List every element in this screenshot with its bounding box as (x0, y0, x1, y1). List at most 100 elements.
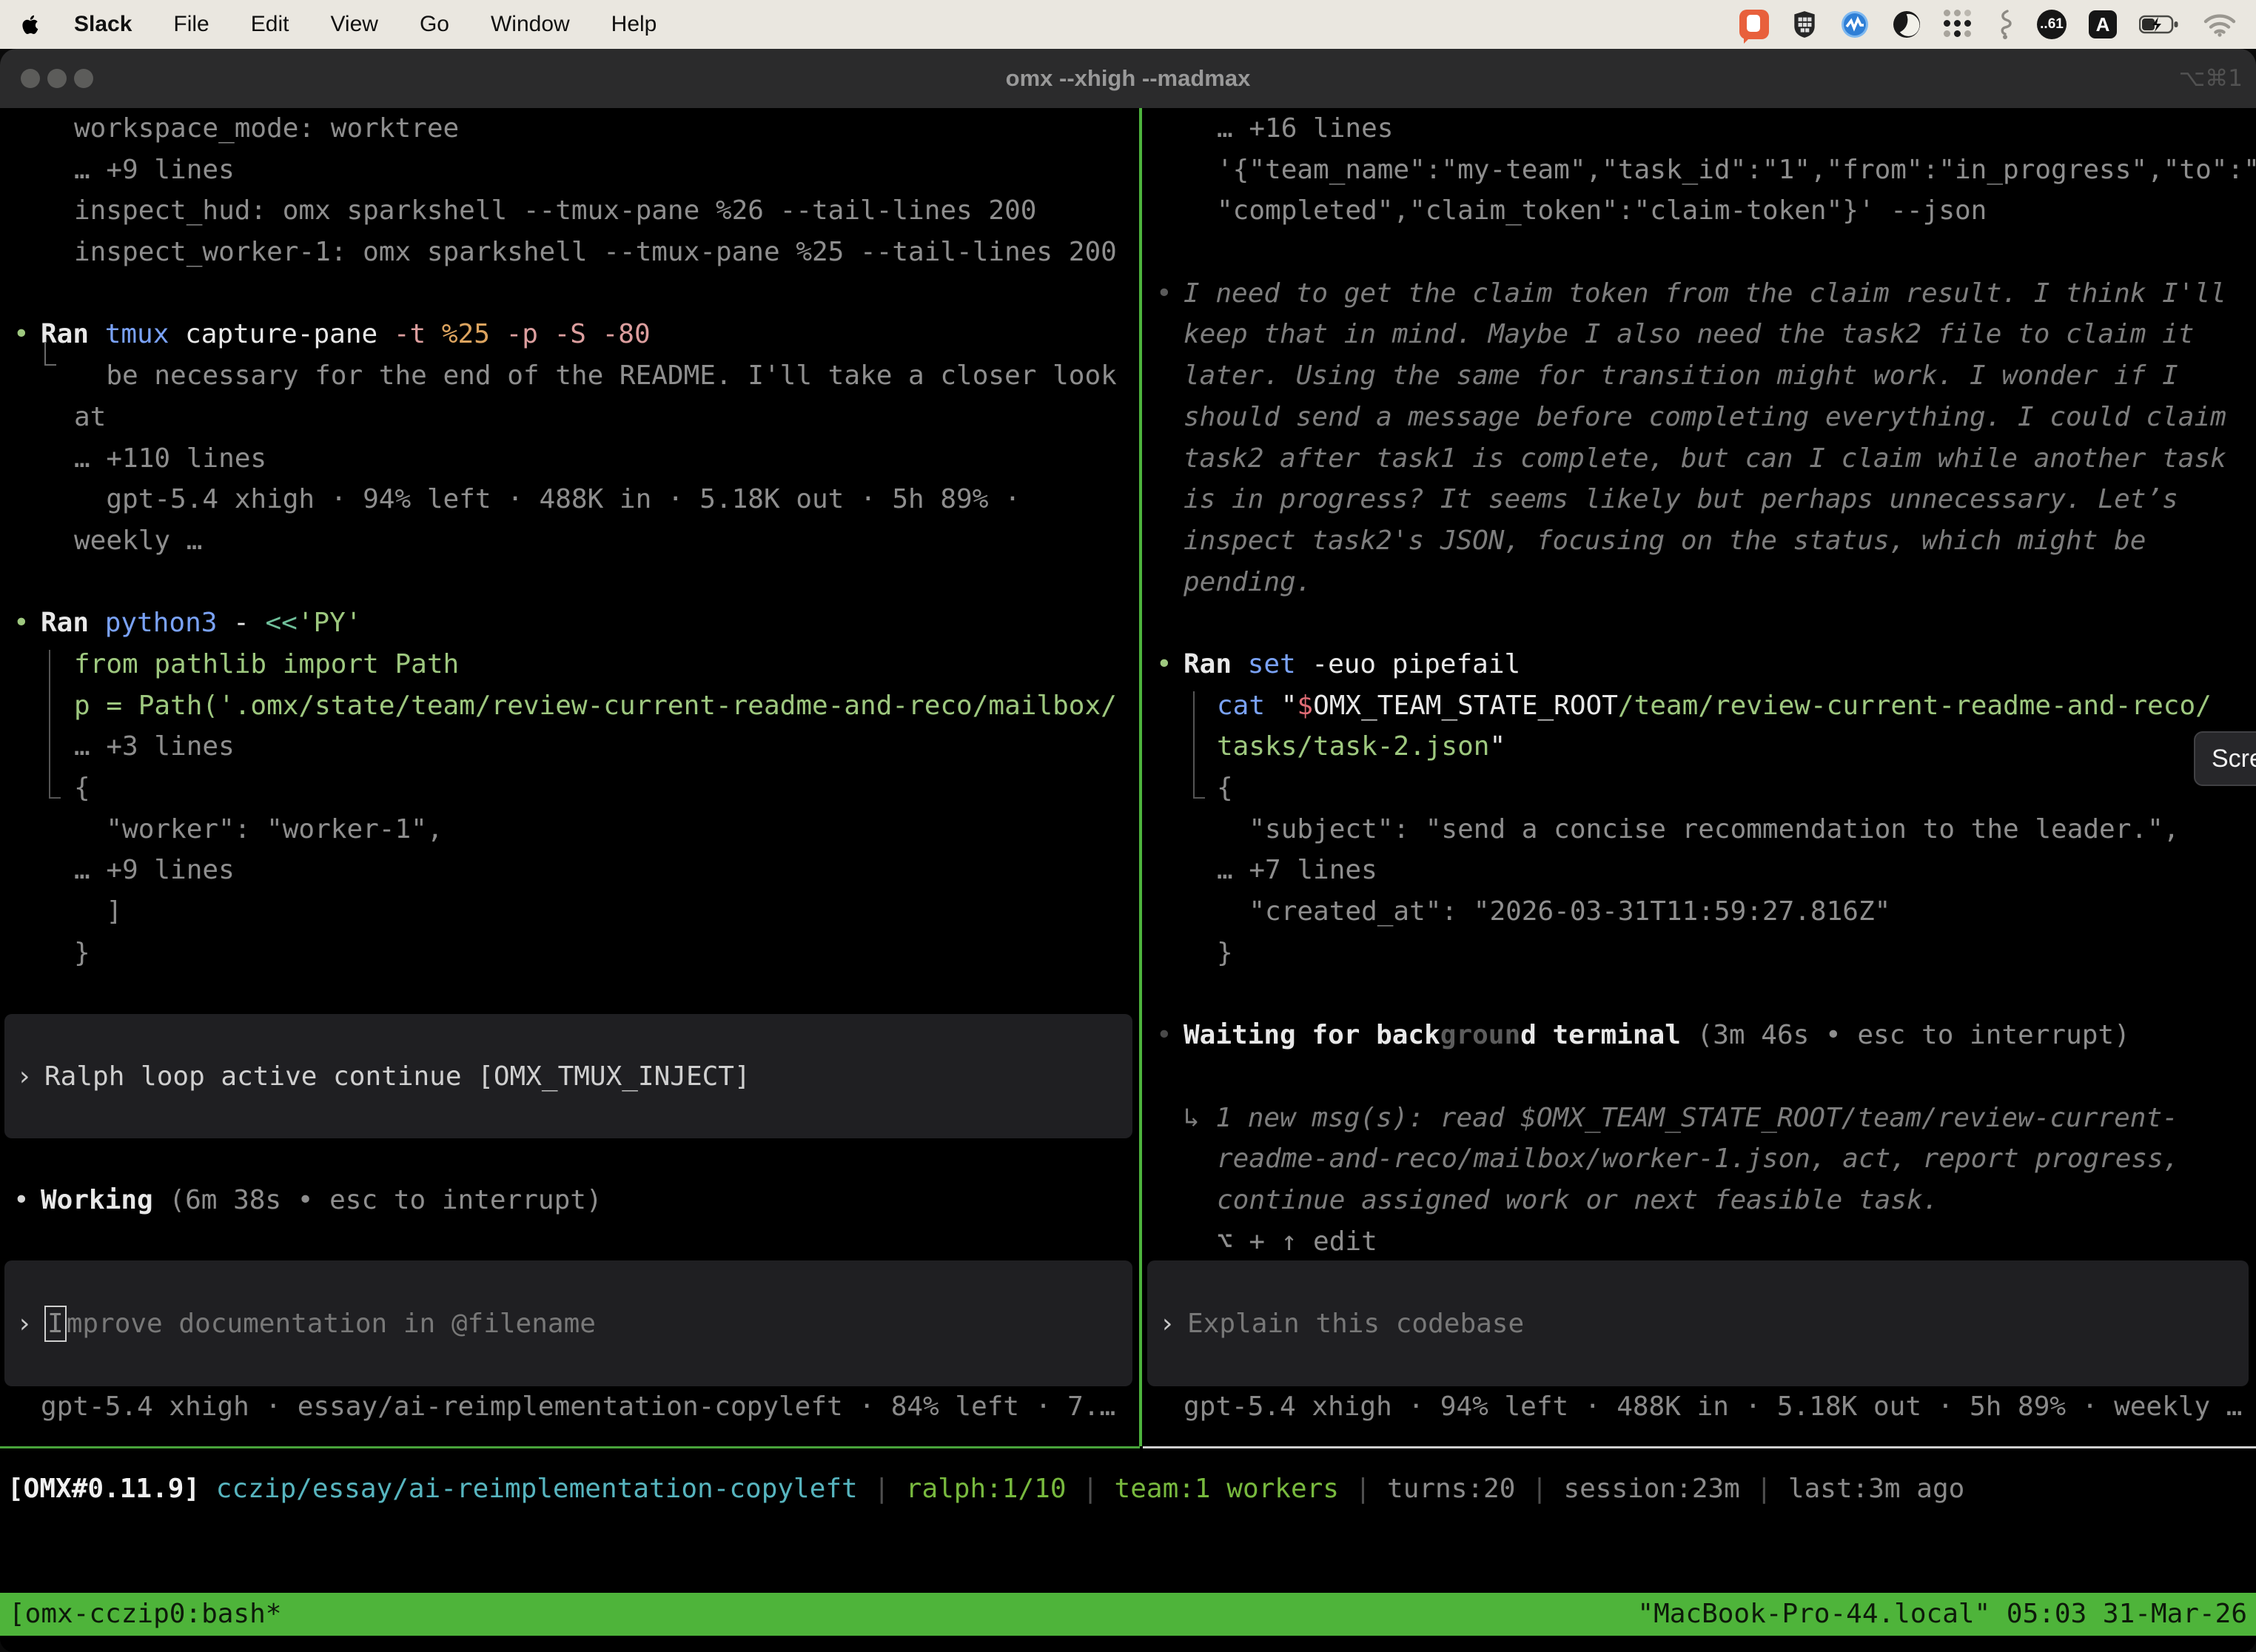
ran-label: Ran (1184, 649, 1248, 679)
dots-grid-icon[interactable] (1944, 8, 1973, 41)
team-workers: team:1 workers (1115, 1474, 1339, 1504)
count-badge-label: ..61 (2040, 16, 2064, 33)
terminal-line: … +110 lines (0, 438, 1140, 480)
menu-bar-status-icons: ..61 A (1739, 8, 2237, 41)
command-args: capture-pane (169, 319, 393, 349)
terminal-line: gpt-5.4 xhigh · 94% left · 488K in · 5.1… (0, 479, 1140, 520)
terminal-line: … +7 lines (1143, 850, 2256, 891)
thinking-bullet-icon: • (1156, 273, 1184, 315)
menu-edit[interactable]: Edit (251, 12, 289, 37)
menu-view[interactable]: View (330, 12, 377, 37)
thinking-line: keep that in mind. Maybe I also need the… (1143, 314, 2256, 355)
quote: " (1265, 691, 1297, 721)
file-path: tasks/task-2.json (1217, 731, 1489, 762)
menu-window[interactable]: Window (491, 12, 570, 37)
heredoc-marker: 'PY' (298, 608, 362, 638)
thinking-line: •I need to get the claim token from the … (1143, 273, 2256, 315)
thinking-line: pending. (1143, 562, 2256, 603)
command-flag: -t (394, 319, 442, 349)
left-terminal-pane[interactable]: workspace_mode: worktree … +9 lines insp… (0, 108, 1140, 1446)
quote: " (1489, 731, 1505, 762)
code-block-gutter-line (49, 650, 61, 799)
terminal-line: … +9 lines (0, 150, 1140, 191)
command-name: set (1248, 649, 1296, 679)
squiggle-icon[interactable] (1995, 8, 2015, 41)
right-terminal-pane[interactable]: … +16 lines '{"team_name":"my-team","tas… (1143, 108, 2256, 1446)
apple-menu-icon[interactable] (19, 12, 44, 37)
separator: | (1067, 1474, 1115, 1504)
terminal-line: } (1143, 933, 2256, 974)
right-pane-bottom-border (1143, 1446, 2256, 1448)
menu-help[interactable]: Help (611, 12, 657, 37)
left-prompt-input[interactable]: ›Improve documentation in @filename (4, 1260, 1132, 1386)
waiting-bullet-icon: • (1156, 1015, 1184, 1056)
prompt-chevron-icon: › (1159, 1309, 1187, 1339)
prompt-chevron-icon: › (16, 1309, 44, 1339)
blank-line (1143, 1056, 2256, 1098)
count-badge-icon[interactable]: ..61 (2037, 10, 2067, 39)
terminal-line: ] (0, 891, 1140, 933)
last-activity: last:3m ago (1788, 1474, 1964, 1504)
blank-line (1143, 232, 2256, 273)
mailbox-message-line: ↳ 1 new msg(s): read $OMX_TEAM_STATE_ROO… (1143, 1098, 2256, 1139)
pulse-badge-icon[interactable] (1840, 8, 1870, 41)
terminal-line: at (0, 397, 1140, 438)
battery-icon[interactable] (2139, 8, 2181, 41)
code-block-gutter-line (1193, 691, 1205, 799)
edit-shortcut-hint: ⌥ + ↑ edit (1143, 1221, 2256, 1263)
terminal-line: be necessary for the end of the README. … (0, 355, 1140, 397)
text-cursor: I (44, 1306, 67, 1342)
thinking-line: is in progress? It seems likely but perh… (1143, 479, 2256, 520)
menu-file[interactable]: File (173, 12, 209, 37)
command-name: python3 (105, 608, 218, 638)
blank-line (0, 562, 1140, 603)
ran-python-command-line: •Ran python3 - <<'PY' (0, 602, 1140, 644)
macos-menu-bar: Slack File Edit View Go Window Help (0, 0, 2256, 49)
separator: | (1339, 1474, 1387, 1504)
dollar-sign: $ (1297, 691, 1313, 721)
blank-line (1143, 973, 2256, 1015)
menu-go[interactable]: Go (420, 12, 449, 37)
desktop: Slack File Edit View Go Window Help (0, 0, 2256, 1652)
tmux-status-bar: [omx-cczip0:bash* "MacBook-Pro-44.local"… (0, 1593, 2256, 1636)
file-path: /team/review-current-readme-and-reco/ (1618, 691, 2212, 721)
run-bullet-icon: • (13, 314, 41, 355)
terminal-line: "created_at": "2026-03-31T11:59:27.816Z" (1143, 891, 2256, 933)
window-title: omx --xhigh --madmax (0, 49, 2256, 108)
screenshot-tooltip: Scre (2194, 731, 2256, 786)
terminal-line: inspect_worker-1: omx sparkshell --tmux-… (0, 232, 1140, 273)
screen-recording-chat-icon[interactable] (1739, 8, 1769, 41)
command-flags: -p -S -80 (490, 319, 651, 349)
pane-divider[interactable] (1139, 108, 1142, 1446)
thinking-line: should send a message before completing … (1143, 397, 2256, 438)
terminal-line: { (0, 768, 1140, 809)
command-args: -euo pipefail (1296, 649, 1520, 679)
left-pane-status-line: gpt-5.4 xhigh · essay/ai-reimplementatio… (41, 1386, 1115, 1428)
tmux-session-window: [omx-cczip0:bash* (9, 1593, 281, 1636)
code-line: from pathlib import Path (0, 644, 1140, 685)
left-pane-bottom-border (0, 1446, 1140, 1448)
mailbox-message-line: continue assigned work or next feasible … (1143, 1180, 2256, 1221)
cat-command-line: tasks/task-2.json" (1143, 726, 2256, 768)
terminal-window: omx --xhigh --madmax ⌥⌘1 workspace_mode:… (0, 49, 2256, 1652)
shield-grid-icon[interactable] (1791, 8, 1818, 41)
mailbox-message-text: 1 new msg(s): read $OMX_TEAM_STATE_ROOT/… (1215, 1103, 2178, 1133)
working-meta: (6m 38s • esc to interrupt) (153, 1185, 602, 1215)
thinking-line: task2 after task1 is complete, but can I… (1143, 438, 2256, 480)
omx-project-path: cczip/essay/ai-reimplementation-copyleft (216, 1474, 858, 1504)
code-line: p = Path('.omx/state/team/review-current… (0, 685, 1140, 727)
active-app-name[interactable]: Slack (74, 12, 132, 37)
waiting-label: d terminal (1520, 1020, 1681, 1050)
reply-arrow-icon: ↳ (1184, 1103, 1215, 1133)
terminal-line: weekly … (0, 520, 1140, 562)
blank-line (1143, 602, 2256, 644)
right-prompt-input[interactable]: ›Explain this codebase (1147, 1260, 2249, 1386)
omx-session-status-line: [OMX#0.11.9] cczip/essay/ai-reimplementa… (7, 1468, 1964, 1510)
cat-command-line: cat "$OMX_TEAM_STATE_ROOT/team/review-cu… (1143, 685, 2256, 727)
window-title-bar[interactable]: omx --xhigh --madmax ⌥⌘1 (0, 49, 2256, 108)
wifi-icon[interactable] (2203, 8, 2237, 41)
terminal-line: "completed","claim_token":"claim-token"}… (1143, 190, 2256, 232)
crescent-circle-icon[interactable] (1892, 8, 1921, 41)
terminal-line: workspace_mode: worktree (0, 108, 1140, 150)
input-source-icon[interactable]: A (2089, 10, 2117, 38)
